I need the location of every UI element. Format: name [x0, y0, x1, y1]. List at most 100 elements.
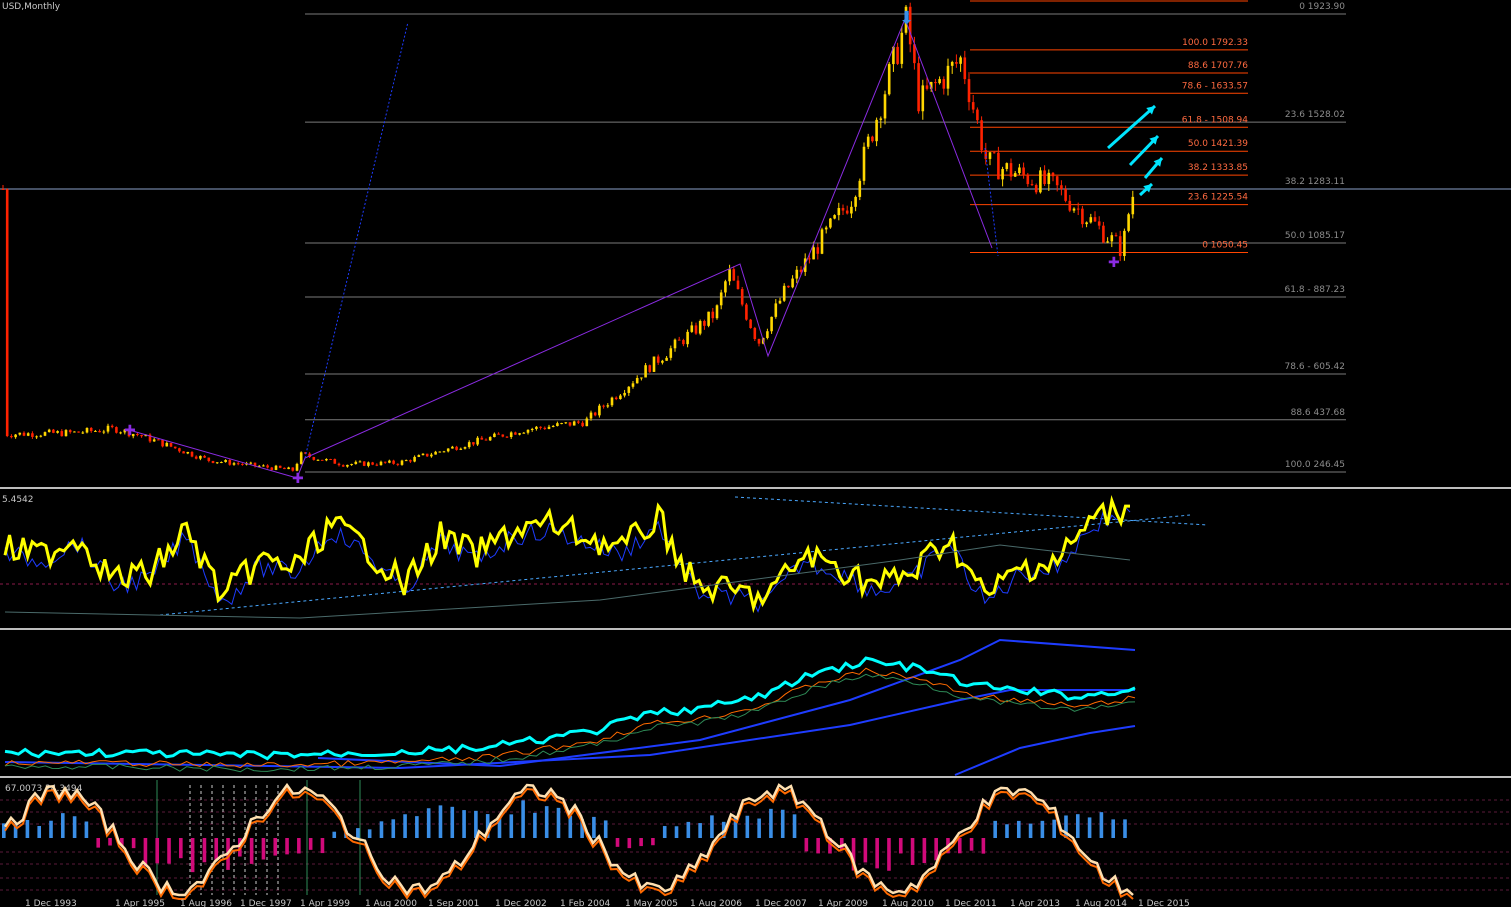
- candle-body: [753, 328, 757, 340]
- candle-body: [274, 465, 278, 470]
- candle-body: [350, 464, 353, 466]
- candle-body: [673, 339, 677, 349]
- candle-body: [56, 431, 59, 433]
- candle-body: [186, 451, 190, 454]
- candle-body: [1114, 235, 1118, 237]
- candle-body: [610, 397, 614, 406]
- candle-body: [614, 397, 618, 400]
- candle-body: [1089, 217, 1093, 223]
- x-axis-date-label: 1 Aug 2014: [1075, 899, 1127, 907]
- candle-body: [409, 460, 412, 462]
- candle-body: [367, 462, 370, 466]
- osc3-histogram-bar: [202, 838, 207, 863]
- candle-body: [627, 386, 631, 393]
- x-axis-date-label: 1 Aug 1996: [180, 899, 232, 907]
- candle-body: [47, 429, 51, 433]
- x-axis-date-label: 1 Sep 2001: [428, 899, 479, 907]
- candle-body: [400, 460, 404, 465]
- osc3-histogram-bar: [769, 808, 773, 838]
- osc3-histogram-bar: [37, 825, 42, 838]
- x-axis-date-label: 1 Dec 1993: [25, 899, 77, 907]
- candle-body: [593, 412, 597, 416]
- candle-body: [194, 456, 198, 459]
- candle-body: [459, 448, 463, 450]
- candle-body: [375, 464, 379, 466]
- candle-body: [316, 459, 320, 461]
- osc3-histogram-bar: [426, 808, 431, 838]
- candle-body: [1013, 173, 1017, 177]
- fib-main-label: 61.8 - 887.23: [1285, 285, 1346, 295]
- candle-body: [5, 189, 9, 437]
- osc3-histogram-bar: [981, 838, 986, 854]
- candle-body: [824, 227, 828, 230]
- candle-body: [182, 451, 185, 454]
- fib-main-label: 88.6 437.68: [1291, 408, 1346, 418]
- candle-body: [312, 457, 316, 460]
- candle-body: [497, 433, 500, 435]
- fib-main-label: 100.0 246.45: [1285, 460, 1345, 470]
- x-axis-date-label: 1 Dec 2015: [1138, 899, 1190, 907]
- osc3-histogram-bar: [1016, 820, 1021, 838]
- x-axis-date-label: 1 Dec 1997: [240, 899, 292, 907]
- candle-body: [425, 453, 429, 457]
- osc3-histogram-bar: [957, 838, 962, 854]
- candle-body: [715, 305, 719, 319]
- candle-body: [950, 62, 954, 66]
- osc3-histogram-bar: [25, 819, 30, 838]
- osc3-histogram-bar: [816, 838, 820, 854]
- x-axis-date-label: 1 Apr 1995: [115, 899, 165, 907]
- candle-body: [467, 442, 471, 448]
- candle-body: [1102, 225, 1105, 243]
- candle-body: [1001, 168, 1004, 180]
- candle-body: [665, 357, 668, 361]
- osc3-histogram-bar: [1075, 814, 1080, 838]
- x-axis-date-label: 1 Aug 2006: [690, 899, 742, 907]
- candle-body: [1039, 170, 1042, 193]
- x-axis-date-label: 1 Aug 2000: [365, 899, 417, 907]
- osc3-histogram-bar: [273, 838, 278, 856]
- candle-body: [568, 422, 572, 426]
- chart-background: [0, 0, 1511, 907]
- candle-body: [26, 433, 30, 436]
- candle-body: [556, 423, 559, 426]
- candle-body: [173, 446, 177, 449]
- candle-body: [652, 356, 656, 372]
- x-axis-date-label: 1 Dec 2002: [495, 899, 547, 907]
- candle-body: [808, 258, 811, 260]
- candle-body: [1081, 208, 1084, 225]
- osc3-histogram-bar: [261, 838, 266, 860]
- candle-body: [530, 428, 534, 430]
- candle-body: [992, 152, 996, 154]
- osc3-histogram-bar: [1111, 819, 1115, 838]
- candle-body: [106, 425, 110, 432]
- osc3-histogram-bar: [61, 813, 65, 838]
- candle-body: [997, 152, 1000, 180]
- osc3-histogram-bar: [792, 814, 797, 838]
- osc3-histogram-bar: [993, 820, 997, 838]
- candle-body: [946, 65, 950, 89]
- osc3-histogram-bar: [592, 816, 596, 838]
- candle-body: [703, 320, 706, 326]
- candle-body: [631, 383, 635, 387]
- candle-body: [211, 460, 215, 463]
- fib-recent-label: 0 1050.45: [1202, 240, 1248, 250]
- candle-body: [39, 435, 43, 437]
- osc3-histogram-bar: [863, 838, 868, 863]
- osc3-histogram-bar: [887, 838, 891, 871]
- candle-body: [577, 421, 580, 423]
- candle-body: [341, 465, 345, 467]
- candle-body: [417, 455, 421, 457]
- osc3-histogram-bar: [285, 838, 289, 855]
- x-axis-date-label: 1 Feb 2004: [560, 899, 611, 907]
- candle-body: [967, 79, 971, 103]
- candle-body: [589, 412, 593, 419]
- candle-body: [236, 463, 240, 465]
- osc3-histogram-bar: [1123, 819, 1127, 838]
- candle-body: [782, 285, 786, 301]
- osc3-histogram-bar: [391, 819, 396, 838]
- osc3-histogram-bar: [308, 838, 313, 850]
- x-axis-date-label: 1 Dec 2011: [945, 899, 997, 907]
- candle-body: [841, 208, 845, 211]
- candle-body: [484, 439, 488, 441]
- candle-body: [539, 426, 542, 428]
